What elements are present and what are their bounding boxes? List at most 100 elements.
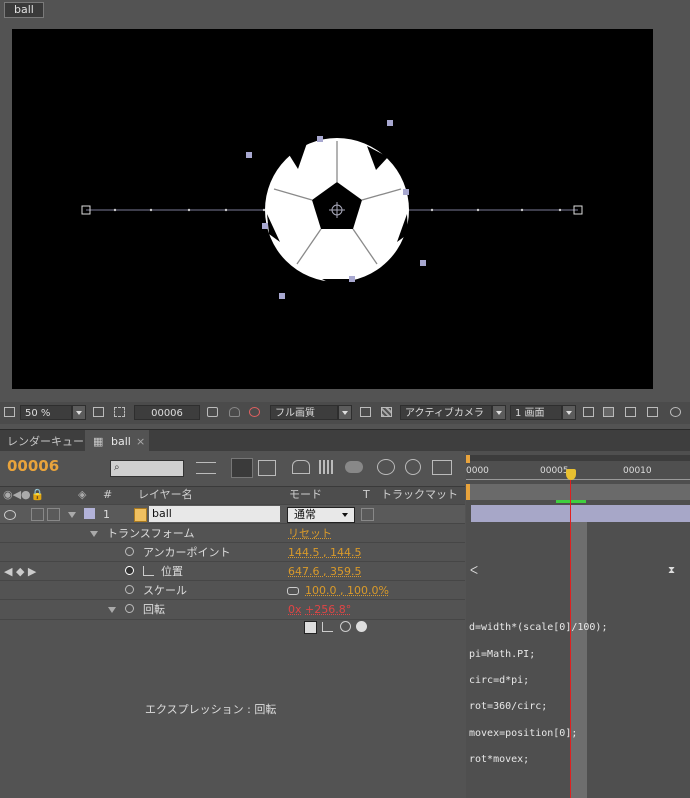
motion-blur-icon[interactable] <box>345 461 363 473</box>
channel-icon[interactable] <box>249 407 260 417</box>
title-safe-icon[interactable] <box>93 407 104 417</box>
always-preview-icon[interactable] <box>4 407 15 417</box>
column-track-matte[interactable]: トラックマット <box>381 486 458 504</box>
column-mode[interactable]: モード <box>289 486 322 504</box>
transform-expand-icon[interactable] <box>90 531 98 537</box>
composition-tab[interactable]: ball <box>4 2 44 18</box>
mask-visibility-icon[interactable] <box>114 407 125 417</box>
scale-value[interactable]: 100.0 , 100.0% <box>305 581 389 600</box>
fast-preview-icon[interactable] <box>603 407 614 417</box>
snapshot-icon[interactable] <box>207 407 218 417</box>
stopwatch-icon[interactable] <box>125 585 134 594</box>
graph-editor-icon[interactable] <box>432 460 452 475</box>
close-icon[interactable]: × <box>136 433 145 450</box>
comp-icon: ▦ <box>93 435 104 448</box>
expression-line: rot=360/circ; <box>469 701 548 712</box>
rotation-row[interactable]: 回転 0x +256.8° <box>0 599 465 620</box>
tab-render-queue[interactable]: レンダーキュー <box>7 433 84 450</box>
show-snapshot-icon[interactable] <box>229 407 240 417</box>
position-label: 位置 <box>161 565 183 578</box>
playhead-handle[interactable] <box>566 469 576 480</box>
layer-label-color[interactable] <box>84 508 95 519</box>
scale-row[interactable]: スケール 100.0 , 100.0% <box>0 580 465 600</box>
expression-language-menu-icon[interactable] <box>356 621 367 632</box>
transform-reset-link[interactable]: リセット <box>288 524 332 543</box>
zoom-dropdown[interactable]: 50 % <box>20 405 72 420</box>
layer-search-input[interactable]: ⌕ <box>110 460 184 477</box>
lock-switch[interactable] <box>47 508 60 521</box>
pixel-aspect-icon[interactable] <box>583 407 594 417</box>
column-layer-name[interactable]: レイヤー名 <box>138 486 193 504</box>
pick-whip-icon[interactable] <box>340 621 351 632</box>
tab-ball[interactable]: ball <box>111 433 131 450</box>
composition-viewer[interactable] <box>12 29 653 389</box>
expression-line: rot*movex; <box>469 754 530 765</box>
ruler-label-start: 0000 <box>466 466 489 476</box>
graph-icon[interactable] <box>143 566 154 576</box>
expression-line: movex=position[0]; <box>469 728 578 739</box>
position-row[interactable]: ◀ ◆ ▶ 位置 647.6 , 359.5 <box>0 561 465 581</box>
resolution-dropdown-arrow[interactable] <box>338 405 352 420</box>
3d-cube-icon[interactable] <box>258 460 276 476</box>
timeline-icon[interactable] <box>625 407 636 417</box>
shy-layers-icon[interactable] <box>292 460 310 474</box>
current-time-display[interactable]: 00006 <box>134 405 200 420</box>
position-value[interactable]: 647.6 , 359.5 <box>288 562 361 581</box>
ruler-label-mid: 00005 <box>540 466 569 476</box>
brainstorm-icon[interactable] <box>377 459 395 475</box>
resolution-dropdown[interactable]: フル画質 <box>270 405 338 420</box>
comp-mini-flowchart-icon[interactable] <box>196 462 216 474</box>
layer-duration-bar[interactable] <box>471 505 690 522</box>
expression-graph-icon[interactable] <box>322 622 333 632</box>
anchor-point-row[interactable]: アンカーポイント 144.5 , 144.5 <box>0 542 465 562</box>
ruler-label-end: 00010 <box>623 466 652 476</box>
layer-row[interactable]: 1 ball 通常 <box>0 504 465 524</box>
work-area-bar[interactable] <box>466 455 690 461</box>
layer-name: ball <box>152 507 172 520</box>
rotation-revolutions[interactable]: 0x <box>288 600 302 619</box>
rotation-degrees[interactable]: +256.8° <box>305 600 351 619</box>
exposure-icon[interactable] <box>670 407 681 417</box>
view-layout-dropdown[interactable]: 1 画面 <box>510 405 562 420</box>
keyframe-indicator <box>570 528 577 538</box>
anchor-point-value[interactable]: 144.5 , 144.5 <box>288 543 361 562</box>
keyframe-navigator[interactable]: ◀ ◆ ▶ <box>4 565 36 578</box>
keyframe-start-icon[interactable]: ᐸ <box>470 564 478 577</box>
expression-line: d=width*(scale[0]/100); <box>469 622 608 633</box>
rotation-expand-icon[interactable] <box>108 607 116 613</box>
transparency-grid-icon[interactable] <box>381 407 392 417</box>
transform-row[interactable]: トランスフォーム リセット <box>0 523 465 543</box>
mode-value: 通常 <box>294 508 316 521</box>
comp-duration-bar[interactable] <box>470 484 690 500</box>
eye-icon[interactable] <box>4 510 16 520</box>
work-area-start-handle[interactable] <box>466 455 470 463</box>
stopwatch-icon[interactable] <box>125 547 134 556</box>
frame-blending-icon[interactable] <box>319 460 335 474</box>
anchor-point-label: アンカーポイント <box>143 546 231 559</box>
view-layout-dropdown-arrow[interactable] <box>562 405 576 420</box>
column-number: # <box>103 488 113 501</box>
stopwatch-active-icon[interactable] <box>125 566 134 575</box>
expression-label: エクスプレッション : 回転 <box>145 703 277 716</box>
draft-3d-icon[interactable] <box>231 458 253 478</box>
region-of-interest-icon[interactable] <box>360 407 371 417</box>
timeline-current-time[interactable]: 00006 <box>7 457 59 475</box>
camera-dropdown[interactable]: アクティブカメラ <box>400 405 492 420</box>
flowchart-icon[interactable] <box>647 407 658 417</box>
layer-expand-icon[interactable] <box>68 512 76 518</box>
keyframe-end-icon[interactable]: ⧗ <box>668 565 675 576</box>
layer-name-field[interactable]: ball <box>149 506 280 522</box>
camera-dropdown-arrow[interactable] <box>492 405 506 420</box>
soccer-ball <box>265 138 409 287</box>
constrain-proportions-icon[interactable] <box>287 587 299 595</box>
preserve-transparency-checkbox[interactable] <box>361 508 374 521</box>
expression-enable-switch[interactable] <box>304 621 317 634</box>
stopwatch-icon[interactable] <box>125 604 134 613</box>
solo-switch[interactable] <box>31 508 44 521</box>
column-t: T <box>363 488 370 501</box>
mode-dropdown[interactable]: 通常 <box>287 507 355 523</box>
auto-keyframe-icon[interactable] <box>405 459 421 475</box>
scale-label: スケール <box>143 584 187 597</box>
soccer-ball-layer[interactable] <box>12 29 653 389</box>
zoom-dropdown-arrow[interactable] <box>72 405 86 420</box>
